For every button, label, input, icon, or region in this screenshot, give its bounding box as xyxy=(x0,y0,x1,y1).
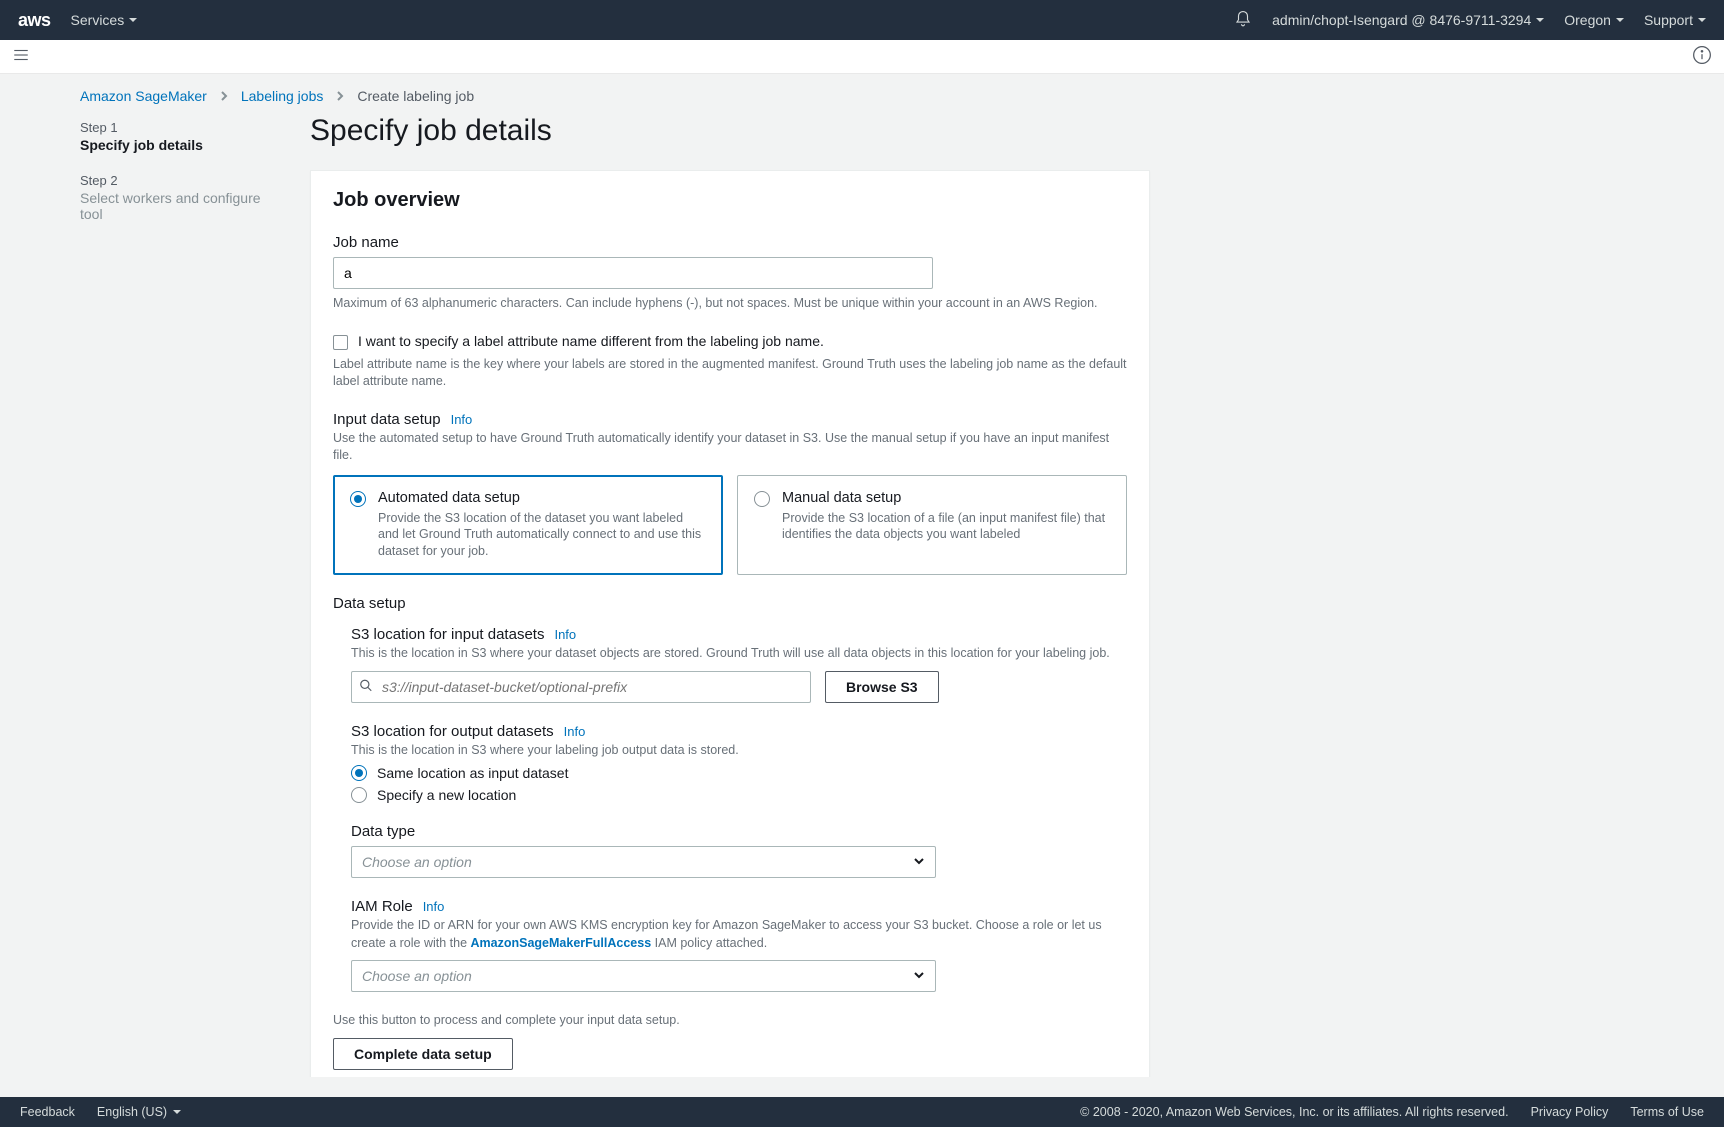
account-menu[interactable]: admin/chopt-Isengard @ 8476-9711-3294 xyxy=(1272,12,1544,28)
input-data-setup-section: Input data setup Info Use the automated … xyxy=(333,411,1127,576)
label-attribute-checkbox-label: I want to specify a label attribute name… xyxy=(358,333,824,349)
job-name-field: Job name Maximum of 63 alphanumeric char… xyxy=(333,234,1127,313)
region-menu[interactable]: Oregon xyxy=(1564,12,1624,28)
search-icon xyxy=(359,678,373,695)
breadcrumb-sagemaker[interactable]: Amazon SageMaker xyxy=(80,88,207,104)
account-label: admin/chopt-Isengard @ 8476-9711-3294 xyxy=(1272,12,1531,28)
data-type-field: Data type Choose an option xyxy=(351,823,1127,878)
notifications-icon[interactable] xyxy=(1234,10,1252,31)
label-attribute-hint: Label attribute name is the key where yo… xyxy=(333,356,1127,391)
output-new-location-label: Specify a new location xyxy=(377,787,516,803)
info-panel-icon[interactable] xyxy=(1692,45,1712,68)
radio-icon xyxy=(754,491,770,507)
iam-role-hint: Provide the ID or ARN for your own AWS K… xyxy=(351,917,1127,952)
input-data-setup-label: Input data setup xyxy=(333,411,441,428)
iam-role-select[interactable]: Choose an option xyxy=(351,960,936,992)
copyright-text: © 2008 - 2020, Amazon Web Services, Inc.… xyxy=(1080,1105,1508,1119)
radio-icon xyxy=(351,787,367,803)
data-type-label: Data type xyxy=(351,823,1127,840)
automated-tile-desc: Provide the S3 location of the dataset y… xyxy=(378,510,706,561)
wizard-step-2[interactable]: Step 2 Select workers and configure tool xyxy=(80,173,280,222)
terms-of-use-link[interactable]: Terms of Use xyxy=(1630,1105,1704,1119)
manual-data-setup-tile[interactable]: Manual data setup Provide the S3 locatio… xyxy=(737,475,1127,576)
input-data-setup-hint: Use the automated setup to have Ground T… xyxy=(333,430,1127,465)
support-menu[interactable]: Support xyxy=(1644,12,1706,28)
iam-role-field: IAM Role Info Provide the ID or ARN for … xyxy=(351,898,1127,992)
complete-data-setup-hint: Use this button to process and complete … xyxy=(333,1012,1127,1030)
caret-down-icon xyxy=(1698,18,1706,22)
s3-output-info-link[interactable]: Info xyxy=(564,724,586,739)
automated-tile-title: Automated data setup xyxy=(378,490,706,506)
aws-logo[interactable]: aws xyxy=(18,10,51,31)
language-select[interactable]: English (US) xyxy=(97,1105,181,1119)
breadcrumb-labeling-jobs[interactable]: Labeling jobs xyxy=(241,88,324,104)
s3-output-hint: This is the location in S3 where your la… xyxy=(351,742,1127,760)
radio-icon xyxy=(350,491,366,507)
job-name-label: Job name xyxy=(333,234,1127,251)
iam-role-label: IAM Role xyxy=(351,898,413,915)
s3-input-label: S3 location for input datasets xyxy=(351,626,544,643)
manual-tile-title: Manual data setup xyxy=(782,490,1110,506)
chevron-right-icon xyxy=(335,88,345,104)
automated-data-setup-tile[interactable]: Automated data setup Provide the S3 loca… xyxy=(333,475,723,576)
radio-icon xyxy=(351,765,367,781)
s3-input-hint: This is the location in S3 where your da… xyxy=(351,645,1127,663)
caret-down-icon xyxy=(173,1110,181,1114)
job-name-input[interactable] xyxy=(333,257,933,289)
label-attribute-checkbox[interactable] xyxy=(333,335,348,350)
s3-output-field: S3 location for output datasets Info Thi… xyxy=(351,723,1127,804)
breadcrumb: Amazon SageMaker Labeling jobs Create la… xyxy=(0,74,1724,114)
s3-output-label: S3 location for output datasets xyxy=(351,723,554,740)
s3-input-field: S3 location for input datasets Info This… xyxy=(351,626,1127,703)
job-overview-panel: Job overview Job name Maximum of 63 alph… xyxy=(310,170,1150,1077)
output-new-location-radio[interactable]: Specify a new location xyxy=(351,787,1127,803)
chevron-right-icon xyxy=(219,88,229,104)
input-data-setup-info-link[interactable]: Info xyxy=(451,412,473,427)
sub-header xyxy=(0,40,1724,74)
caret-down-icon xyxy=(913,854,925,870)
iam-role-value: Choose an option xyxy=(362,968,472,984)
s3-input-location-input[interactable] xyxy=(351,671,811,703)
caret-down-icon xyxy=(913,968,925,984)
step-2-title: Select workers and configure tool xyxy=(80,190,280,222)
iam-role-info-link[interactable]: Info xyxy=(423,899,445,914)
sidebar-toggle-icon[interactable] xyxy=(12,46,30,67)
data-setup-heading: Data setup xyxy=(333,595,1127,612)
s3-input-info-link[interactable]: Info xyxy=(554,627,576,642)
complete-data-setup-button[interactable]: Complete data setup xyxy=(333,1038,513,1070)
iam-policy-link[interactable]: AmazonSageMakerFullAccess xyxy=(471,936,652,950)
region-label: Oregon xyxy=(1564,12,1611,28)
label-attribute-field: I want to specify a label attribute name… xyxy=(333,333,1127,391)
browse-s3-button[interactable]: Browse S3 xyxy=(825,671,939,703)
output-same-location-label: Same location as input dataset xyxy=(377,765,568,781)
services-label: Services xyxy=(71,12,125,28)
breadcrumb-current: Create labeling job xyxy=(357,88,474,104)
feedback-link[interactable]: Feedback xyxy=(20,1105,75,1119)
data-type-select[interactable]: Choose an option xyxy=(351,846,936,878)
step-2-label: Step 2 xyxy=(80,173,280,188)
output-same-location-radio[interactable]: Same location as input dataset xyxy=(351,765,1127,781)
wizard-steps: Step 1 Specify job details Step 2 Select… xyxy=(80,114,280,1077)
top-nav: aws Services admin/chopt-Isengard @ 8476… xyxy=(0,0,1724,40)
step-1-label: Step 1 xyxy=(80,120,280,135)
support-label: Support xyxy=(1644,12,1693,28)
data-type-value: Choose an option xyxy=(362,854,472,870)
panel-heading: Job overview xyxy=(333,189,1127,212)
step-1-title: Specify job details xyxy=(80,137,280,153)
footer: Feedback English (US) © 2008 - 2020, Ama… xyxy=(0,1097,1724,1127)
language-label: English (US) xyxy=(97,1105,167,1119)
caret-down-icon xyxy=(129,18,137,22)
page-title: Specify job details xyxy=(310,114,1150,148)
services-menu[interactable]: Services xyxy=(71,12,138,28)
manual-tile-desc: Provide the S3 location of a file (an in… xyxy=(782,510,1110,544)
caret-down-icon xyxy=(1616,18,1624,22)
wizard-step-1[interactable]: Step 1 Specify job details xyxy=(80,120,280,153)
privacy-policy-link[interactable]: Privacy Policy xyxy=(1531,1105,1609,1119)
caret-down-icon xyxy=(1536,18,1544,22)
job-name-hint: Maximum of 63 alphanumeric characters. C… xyxy=(333,295,1127,313)
